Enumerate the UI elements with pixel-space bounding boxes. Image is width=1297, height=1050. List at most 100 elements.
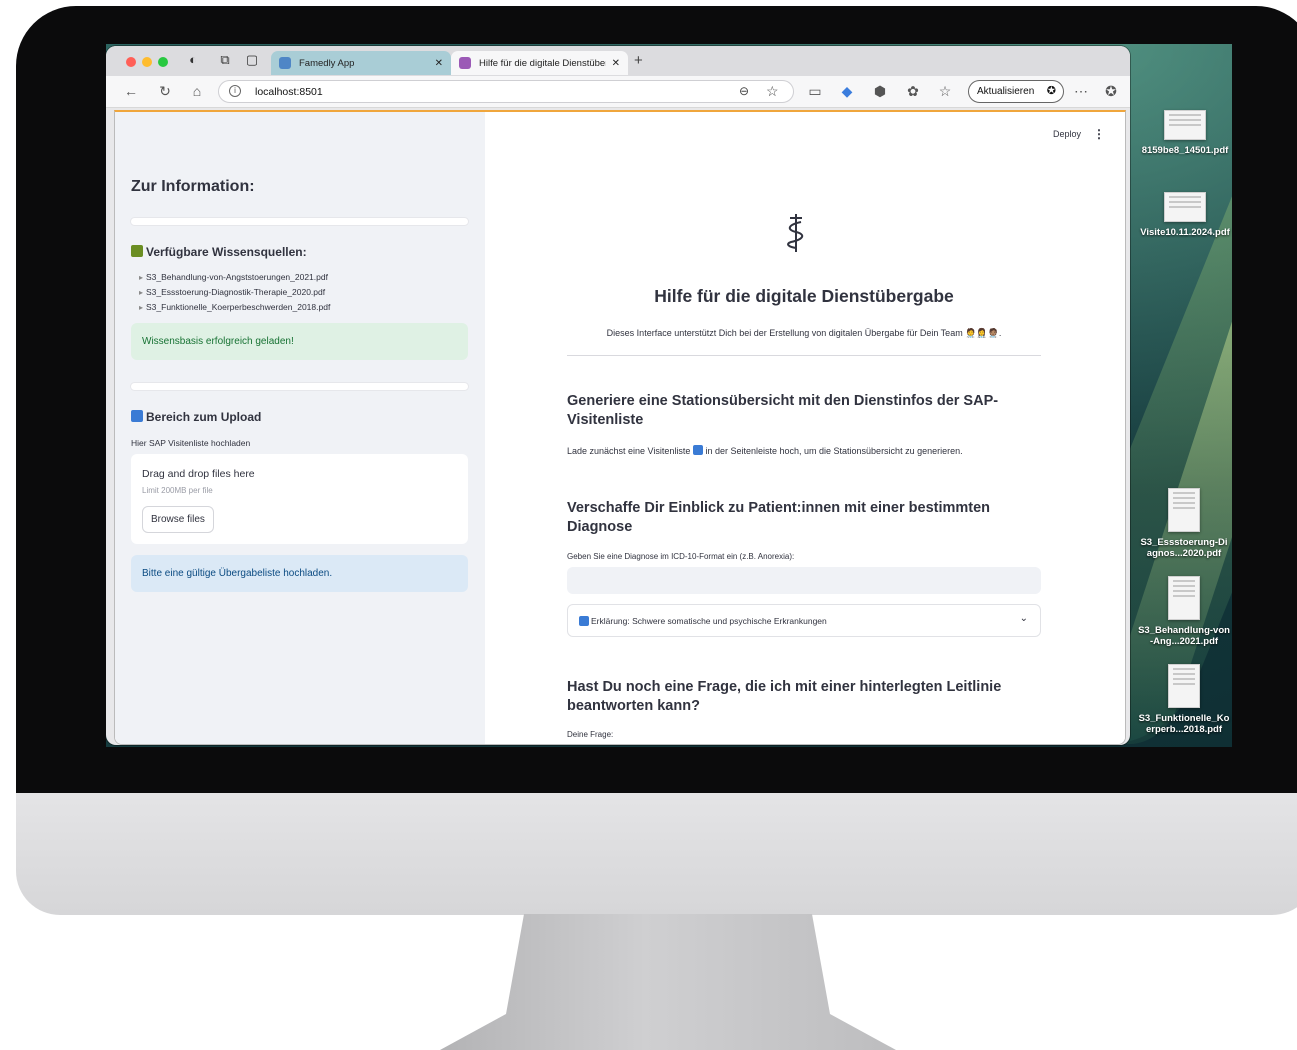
app-favicon-icon: [459, 57, 471, 69]
document-icon: ▸: [139, 303, 144, 312]
close-tab-icon[interactable]: ✕: [435, 58, 443, 69]
books-icon: [131, 245, 143, 257]
overview-hint: Lade zunächst eine Visitenliste in der S…: [567, 445, 963, 456]
maximize-window-icon[interactable]: [158, 57, 168, 67]
sidebar: Zur Information: Verfügbare Wissensquell…: [115, 112, 485, 744]
screen: 8159be8_14501.pdf Visite10.11.2024.pdf S…: [106, 44, 1232, 747]
list-item: ▸ S3_Behandlung-von-Angststoerungen_2021.…: [139, 270, 330, 285]
list-item: ▸ S3_Funktionelle_Koerperbeschwerden_2018…: [139, 300, 330, 315]
upload-heading: Bereich zum Upload: [131, 410, 261, 424]
close-window-icon[interactable]: [126, 57, 136, 67]
imac-stand: [440, 914, 896, 1050]
file-dropzone[interactable]: Drag and drop files here Limit 200MB per…: [131, 454, 468, 544]
desktop-file[interactable]: Visite10.11.2024.pdf: [1139, 192, 1231, 238]
tab-actions-icon[interactable]: ▢: [243, 52, 261, 68]
success-alert: Wissensbasis erfolgreich geladen!: [131, 323, 468, 360]
chevron-down-icon: ⌄: [1019, 613, 1028, 624]
tab-bar: ◐ ⧉ ▢ Famedly App ✕ Hilfe für die digita…: [106, 46, 1130, 76]
document-icon: ▸: [139, 288, 144, 297]
divider: [131, 383, 468, 390]
section-heading-diagnosis: Verschaffe Dir Einblick zu Patient:innen…: [567, 500, 991, 535]
desktop-file-label: S3_Essstoerung-Diagnos...2020.pdf: [1140, 537, 1228, 559]
browser-window: ◐ ⧉ ▢ Famedly App ✕ Hilfe für die digita…: [106, 46, 1130, 745]
profile-icon[interactable]: ◐: [184, 52, 202, 67]
upload-caption: Hier SAP Visitenliste hochladen: [131, 438, 251, 448]
list-item: ▸ S3_Essstoerung-Diagnostik-Therapie_2020…: [139, 285, 330, 300]
dropzone-title: Drag and drop files here: [142, 468, 255, 480]
desktop-file-label: 8159be8_14501.pdf: [1141, 145, 1229, 156]
extension-icon[interactable]: ⬢: [871, 83, 889, 100]
tab-label: Famedly App: [299, 57, 355, 69]
diagnosis-label: Geben Sie eine Diagnose im ICD-10-Format…: [567, 552, 795, 561]
desktop-file[interactable]: S3_Funktionelle_Koerperb...2018.pdf: [1138, 664, 1230, 735]
minimize-window-icon[interactable]: [142, 57, 152, 67]
update-badge-icon: ✪: [1046, 85, 1056, 97]
info-icon: [579, 616, 589, 626]
desktop-file[interactable]: 8159be8_14501.pdf: [1139, 110, 1231, 156]
tab-dienstuebergabe[interactable]: Hilfe für die digitale Dienstüber ✕: [451, 51, 628, 75]
sources-heading-label: Verfügbare Wissensquellen:: [146, 245, 307, 259]
sidebar-heading: Zur Information:: [131, 178, 255, 195]
document-icon: ▸: [139, 273, 144, 282]
desktop-file-label: S3_Behandlung-von-Ang...2021.pdf: [1138, 625, 1230, 647]
app-viewport: Zur Information: Verfügbare Wissensquell…: [114, 110, 1126, 745]
pdf-thumbnail-icon: [1164, 110, 1206, 140]
section-heading-question: Hast Du noch eine Frage, die ich mit ein…: [567, 679, 1002, 714]
reload-icon[interactable]: ↻: [156, 83, 174, 100]
back-icon[interactable]: ←: [122, 83, 140, 99]
deploy-button[interactable]: Deploy: [1053, 129, 1081, 139]
update-button[interactable]: Aktualisieren ✪: [968, 80, 1064, 103]
pdf-thumbnail-icon: [1168, 488, 1200, 532]
page-subtitle: Dieses Interface unterstützt Dich bei de…: [606, 328, 1002, 338]
pdf-thumbnail-icon: [1168, 576, 1200, 620]
download-arrow-icon: [131, 410, 143, 422]
divider: [567, 355, 1041, 356]
sources-heading: Verfügbare Wissensquellen:: [131, 245, 307, 259]
desktop-file-label: S3_Funktionelle_Koerperb...2018.pdf: [1138, 713, 1230, 735]
main-menu-icon[interactable]: ⋮: [1093, 127, 1105, 141]
workspaces-icon[interactable]: ⧉: [216, 52, 234, 68]
upload-arrow-icon: [692, 445, 703, 455]
browse-files-button[interactable]: Browse files: [142, 506, 214, 533]
main-content: Deploy ⋮ Hilfe für die digitale Dienstüb…: [485, 112, 1125, 744]
site-info-icon[interactable]: i: [229, 85, 241, 97]
source-list: ▸ S3_Behandlung-von-Angststoerungen_2021.…: [139, 270, 330, 315]
favorites-icon[interactable]: ☆: [936, 83, 954, 100]
extension-icon[interactable]: ◆: [838, 83, 856, 100]
overview-hint-text: in der Seitenleiste hoch, um die Station…: [705, 446, 963, 456]
pdf-thumbnail-icon: [1164, 192, 1206, 222]
expander-label: Erklärung: Schwere somatische und psychi…: [591, 616, 827, 626]
tab-label: Hilfe für die digitale Dienstüber: [479, 57, 606, 69]
address-bar[interactable]: i localhost:8501 ⊖ ☆: [218, 80, 794, 103]
famedly-favicon-icon: [279, 57, 291, 69]
section-heading-overview: Generiere eine Stationsübersicht mit den…: [567, 393, 999, 428]
info-alert: Bitte eine gültige Übergabeliste hochlad…: [131, 555, 468, 592]
update-button-label: Aktualisieren: [977, 86, 1035, 97]
caduceus-icon: [787, 214, 804, 252]
close-tab-icon[interactable]: ✕: [612, 58, 620, 69]
desktop-file-label: Visite10.11.2024.pdf: [1140, 227, 1230, 238]
url-text: localhost:8501: [255, 86, 323, 98]
extensions-icon[interactable]: ✿: [904, 83, 922, 100]
desktop-file[interactable]: S3_Essstoerung-Diagnos...2020.pdf: [1138, 488, 1230, 559]
divider: [131, 218, 468, 225]
imac-chin: [16, 793, 1297, 915]
more-menu-icon[interactable]: ⋯: [1072, 83, 1090, 100]
source-label: S3_Funktionelle_Koerperbeschwerden_2018.…: [146, 302, 331, 312]
browser-toolbar: ← ↻ ⌂ i localhost:8501 ⊖ ☆ ▭ ◆ ⬢ ✿ ☆ Akt…: [106, 76, 1130, 108]
diagnosis-input[interactable]: [567, 567, 1041, 594]
desktop-file[interactable]: S3_Behandlung-von-Ang...2021.pdf: [1138, 576, 1230, 647]
page-title: Hilfe für die digitale Dienstübergabe: [654, 286, 954, 306]
copilot-icon[interactable]: ✪: [1102, 83, 1120, 100]
source-label: S3_Behandlung-von-Angststoerungen_2021.p…: [146, 272, 328, 282]
reader-view-icon[interactable]: ▭: [806, 83, 824, 100]
explanation-expander[interactable]: Erklärung: Schwere somatische und psychi…: [567, 604, 1041, 637]
source-label: S3_Essstoerung-Diagnostik-Therapie_2020.…: [146, 287, 326, 297]
tab-famedly[interactable]: Famedly App ✕: [271, 51, 451, 75]
home-icon[interactable]: ⌂: [188, 83, 206, 99]
zoom-icon[interactable]: ⊖: [739, 84, 749, 98]
upload-heading-label: Bereich zum Upload: [146, 410, 262, 424]
new-tab-icon[interactable]: +: [634, 52, 643, 69]
question-label: Deine Frage:: [567, 730, 614, 739]
favorite-star-icon[interactable]: ☆: [766, 83, 779, 100]
